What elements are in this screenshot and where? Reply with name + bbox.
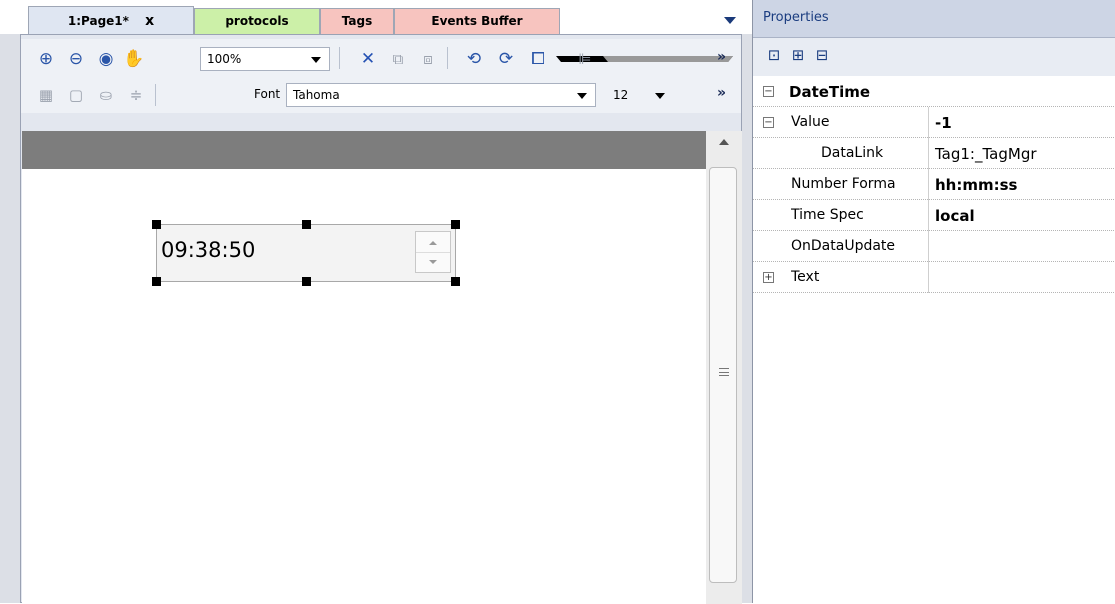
properties-header: Properties [753,0,1115,38]
property-name: Number Forma [791,176,896,192]
scroll-up-icon[interactable] [719,139,729,145]
chevron-down-icon [577,93,587,99]
toolbar-separator [447,47,448,69]
font-value: Tahoma [293,88,340,102]
rotate-right-icon[interactable]: ⟳ [495,48,517,70]
rotate-left-icon[interactable]: ⟲ [463,48,485,70]
property-name: DataLink [821,145,884,161]
line-style-icon[interactable]: ≑ [125,84,147,106]
collapse-icon[interactable]: − [763,86,774,97]
datetime-widget[interactable]: 09:38:50 [156,224,456,282]
ungroup-icon[interactable]: ⧈ [417,48,439,70]
tab-events-buffer-label: Events Buffer [431,14,523,28]
property-name: Text [791,269,820,285]
arrange-icon[interactable]: ⧠ [527,48,549,70]
property-name: Time Spec [791,207,864,223]
scroll-thumb[interactable] [709,167,737,583]
zoom-fit-icon[interactable]: ◉ [95,48,117,70]
page-editor-frame: ⊕ ⊖ ◉ ✋ 100% ✕ ⧉ ⧈ ⟲ ⟳ ⧠ ⊫ » ▦ ▢ ⛀ ≑ Fon… [20,34,742,604]
resize-handle[interactable] [451,220,460,229]
close-icon[interactable]: x [145,7,154,35]
properties-toolbar: ⊡ ⊞ ⊟ [753,38,1115,76]
tab-page1-label: 1:Page1* [67,14,129,28]
tab-protocols-label: protocols [225,14,289,28]
zoom-in-icon[interactable]: ⊕ [35,48,57,70]
property-value[interactable]: local [935,207,975,225]
toolbar-separator [155,84,156,106]
delete-icon[interactable]: ✕ [357,48,379,70]
property-row-time-spec[interactable]: Time Spec local [753,200,1115,231]
spin-up-icon[interactable] [429,241,437,245]
property-row-text[interactable]: + Text [753,262,1115,293]
font-size-value: 12 [613,88,629,102]
property-name: Value [791,114,830,130]
property-value[interactable]: Tag1:_TagMgr [935,145,1037,163]
resize-handle[interactable] [302,220,311,229]
tab-events-buffer[interactable]: Events Buffer [394,8,560,34]
font-label: Font [254,87,281,101]
toolbar-separator [339,47,340,69]
property-row-number-format[interactable]: Number Forma hh:mm:ss [753,169,1115,200]
toolbar-overflow-button[interactable]: » [717,49,726,65]
font-select[interactable]: Tahoma [286,83,596,107]
document-tab-bar: 1:Page1* x protocols Tags Events Buffer [0,0,752,34]
column-divider [928,138,929,169]
resize-handle[interactable] [152,277,161,286]
property-row-datetime[interactable]: − DateTime [753,76,1115,107]
tab-tags[interactable]: Tags [320,8,394,34]
column-divider [928,262,929,293]
properties-title: Properties [763,10,829,25]
property-grid: − DateTime − Value -1 DataLink Tag1:_Tag… [753,76,1115,293]
column-divider [928,169,929,200]
format-toolbar: ▦ ▢ ⛀ ≑ Font Tahoma 12 » [21,77,741,113]
tab-page1[interactable]: 1:Page1* x [28,6,194,34]
pan-hand-icon[interactable]: ✋ [123,48,145,70]
column-divider [928,231,929,262]
tab-tags-label: Tags [341,14,373,28]
editor-area: 1:Page1* x protocols Tags Events Buffer … [0,0,752,604]
fill-color-icon[interactable]: ⛀ [95,84,117,106]
tab-protocols[interactable]: protocols [194,8,320,34]
datetime-spinner[interactable] [415,231,451,273]
font-size-select[interactable]: 12 [604,83,680,107]
tab-list-dropdown-icon[interactable] [724,13,738,25]
property-row-ondataupdate[interactable]: OnDataUpdate [753,231,1115,262]
chevron-down-icon [311,57,321,63]
chevron-down-icon [655,93,665,99]
properties-panel: Properties ⊡ ⊞ ⊟ − DateTime − Value -1 D… [752,0,1115,603]
column-divider [928,200,929,231]
align-icon[interactable]: ⊫ [574,48,596,70]
collapse-all-icon[interactable]: ⊟ [811,44,833,66]
spin-down-icon[interactable] [429,260,437,264]
collapse-icon[interactable]: − [763,117,774,128]
resize-handle[interactable] [302,277,311,286]
property-value[interactable]: hh:mm:ss [935,176,1017,194]
canvas-ruler-area [22,131,706,169]
property-name: DateTime [789,83,871,101]
property-row-datalink[interactable]: DataLink Tag1:_TagMgr [753,138,1115,169]
datetime-value: 09:38:50 [161,238,256,262]
group-icon[interactable]: ⧉ [387,48,409,70]
property-name: OnDataUpdate [791,238,896,254]
categorized-view-icon[interactable]: ⊡ [763,44,785,66]
property-row-value[interactable]: − Value -1 [753,107,1115,138]
toolbar-overflow-button[interactable]: » [717,85,726,101]
zoom-value: 100% [207,52,242,66]
background-icon[interactable]: ▦ [35,84,57,106]
resize-handle[interactable] [451,277,460,286]
chevron-down-icon[interactable] [603,56,733,62]
zoom-select[interactable]: 100% [200,47,330,71]
zoom-out-icon[interactable]: ⊖ [65,48,87,70]
scroll-grip-icon [719,368,729,376]
zoom-toolbar: ⊕ ⊖ ◉ ✋ 100% ✕ ⧉ ⧈ ⟲ ⟳ ⧠ ⊫ » [21,39,741,77]
vertical-scrollbar[interactable] [706,131,742,604]
border-icon[interactable]: ▢ [65,84,87,106]
resize-handle[interactable] [152,220,161,229]
expand-all-icon[interactable]: ⊞ [787,44,809,66]
property-value[interactable]: -1 [935,114,952,132]
column-divider [928,107,929,138]
spinner-divider [416,252,450,253]
expand-icon[interactable]: + [763,272,774,283]
